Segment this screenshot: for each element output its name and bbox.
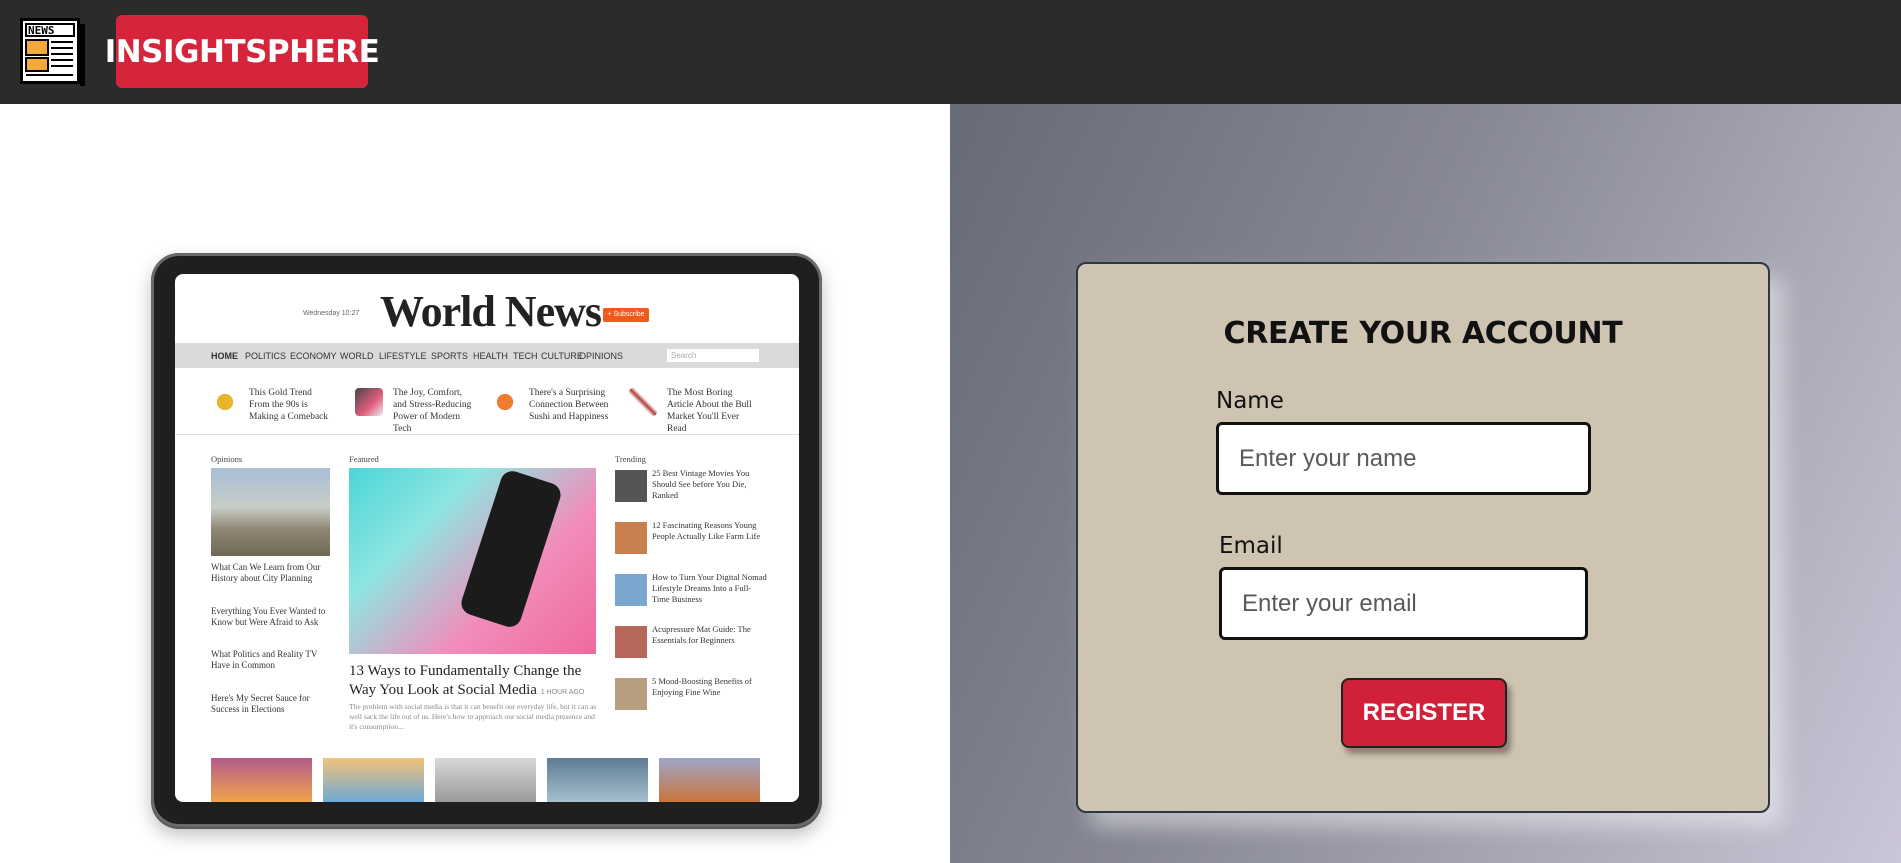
opinion-image — [211, 468, 330, 556]
featured-label: Featured — [349, 454, 379, 464]
newspaper-icon[interactable]: NEWS — [17, 16, 87, 88]
logo-text: NEWS — [28, 24, 55, 37]
trending-item: 12 Fascinating Reasons Young People Actu… — [652, 520, 761, 541]
tablet-screen: Wednesday 10:27 World News + Subscribe H… — [175, 274, 799, 802]
headline-thumb — [629, 388, 657, 416]
mock-nav-item: WORLD — [340, 351, 374, 361]
subscribe-badge: + Subscribe — [603, 308, 649, 322]
trending-thumb — [615, 574, 647, 606]
featured-time: 1 HOUR AGO — [540, 689, 585, 696]
masthead-title: World News — [380, 287, 602, 336]
mock-nav-item: HEALTH — [473, 351, 508, 361]
headline: The Joy, Comfort, and Stress-Reducing Po… — [393, 388, 472, 434]
bottom-thumb — [435, 758, 536, 802]
mock-nav-item: HOME — [211, 351, 238, 361]
brand-logo[interactable]: INSIGHTSPHERE — [105, 15, 380, 88]
mock-nav-item: ECONOMY — [290, 351, 337, 361]
mock-nav-item: CULTURE — [541, 351, 583, 361]
mock-search: Search — [667, 349, 759, 362]
divider — [175, 434, 799, 435]
headline-thumb — [491, 388, 519, 416]
trending-item: How to Turn Your Digital Nomad Lifestyle… — [652, 572, 767, 604]
mock-nav-item: LIFESTYLE — [379, 351, 427, 361]
headline: There's a Surprising Connection Between … — [529, 388, 609, 422]
trending-item: 5 Mood-Boosting Benefits of Enjoying Fin… — [652, 676, 752, 697]
headline: The Most Boring Article About the Bull M… — [667, 388, 752, 434]
opinion-item: Everything You Ever Wanted to Know but W… — [211, 606, 326, 627]
opinion-item: What Politics and Reality TV Have in Com… — [211, 649, 318, 670]
mock-nav-item: OPINIONS — [579, 351, 624, 361]
masthead-date: Wednesday 10:27 — [303, 310, 360, 317]
name-input[interactable] — [1216, 422, 1591, 495]
bottom-thumb — [547, 758, 648, 802]
opinion-item: What Can We Learn from Our History about… — [211, 562, 321, 583]
mock-nav-item: TECH — [513, 351, 538, 361]
mock-nav-bar: HOME POLITICS ECONOMY WORLD LIFESTYLE SP… — [175, 343, 799, 368]
headline: This Gold Trend From the 90s is Making a… — [249, 388, 329, 422]
name-label: Name — [1216, 388, 1284, 414]
trending-item: 25 Best Vintage Movies You Should See be… — [652, 468, 750, 500]
bottom-thumb — [659, 758, 760, 802]
trending-item: Acupressure Mat Guide: The Essentials fo… — [652, 624, 751, 645]
form-title: CREATE YOUR ACCOUNT — [1223, 316, 1623, 351]
opinion-item: Here's My Secret Sauce for Success in El… — [211, 693, 310, 714]
register-button[interactable]: REGISTER — [1341, 678, 1507, 748]
trending-thumb — [615, 522, 647, 554]
bottom-thumb — [323, 758, 424, 802]
mock-nav-item: SPORTS — [431, 351, 468, 361]
trending-thumb — [615, 470, 647, 502]
headline-thumb — [355, 388, 383, 416]
email-label: Email — [1219, 533, 1283, 559]
opinions-label: Opinions — [211, 454, 243, 464]
trending-thumb — [615, 626, 647, 658]
featured-body: The problem with social media is that it… — [349, 702, 597, 731]
trending-thumb — [615, 678, 647, 710]
trending-label: Trending — [615, 454, 646, 464]
featured-title: 13 Ways to Fundamentally Change the Way … — [349, 662, 597, 702]
headline-thumb — [211, 388, 239, 416]
email-input[interactable] — [1219, 567, 1588, 640]
bottom-thumb — [211, 758, 312, 802]
top-navigation-bar: NEWS INSIGHTSPHERE — [0, 0, 1901, 104]
mock-nav-item: POLITICS — [245, 351, 287, 361]
